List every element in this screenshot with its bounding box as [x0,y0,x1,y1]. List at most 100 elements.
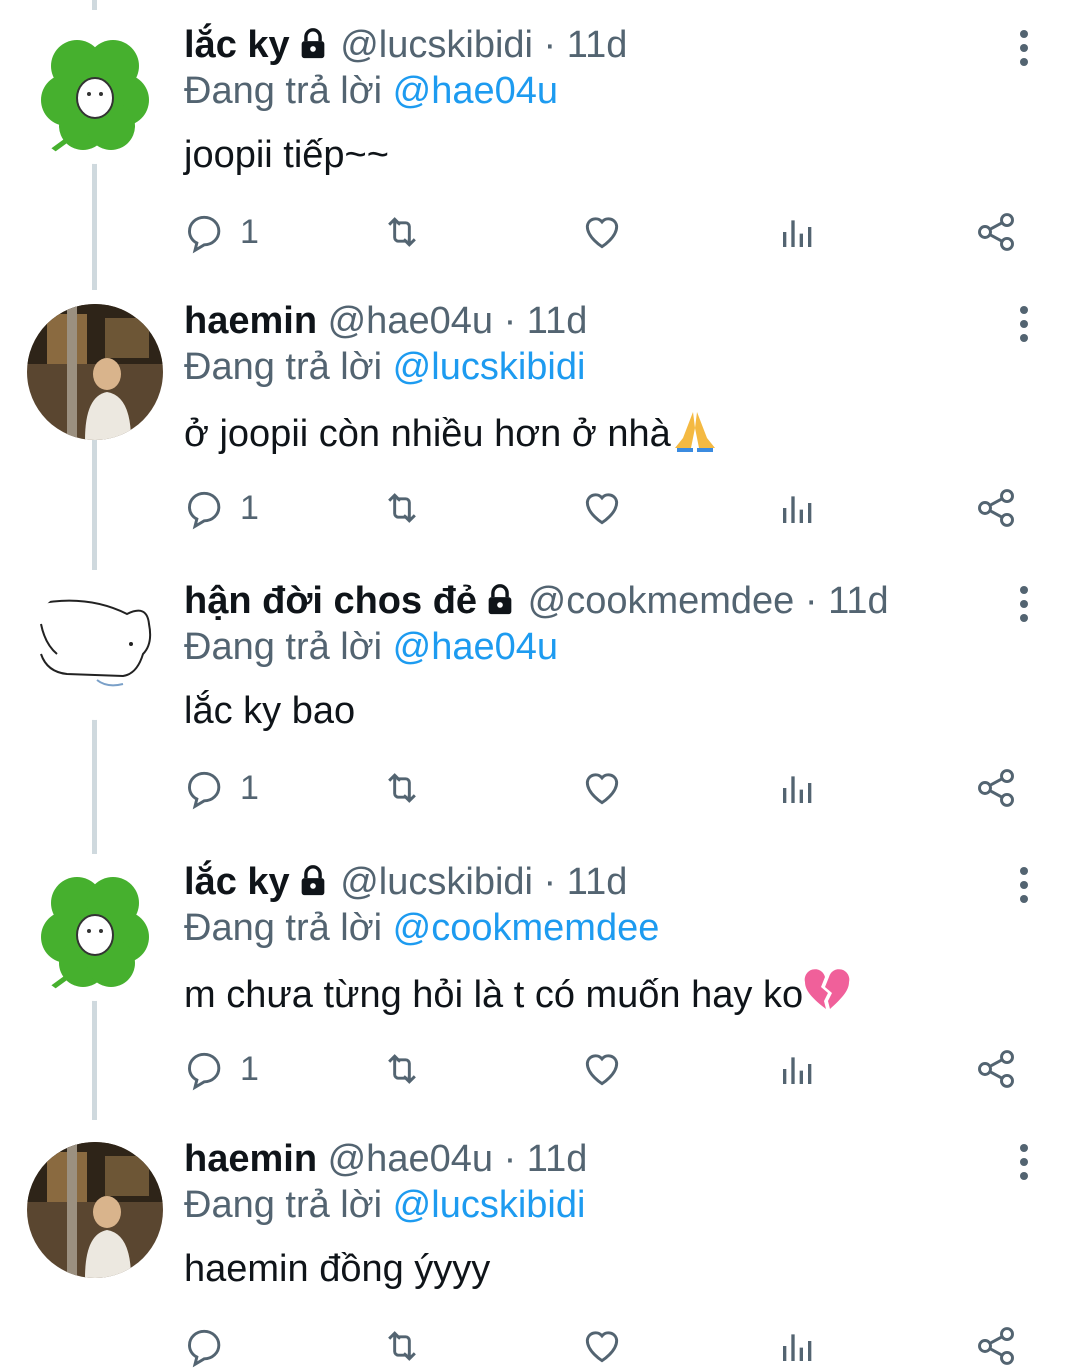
separator-dot: · [543,861,557,903]
separator-dot: · [503,300,517,342]
replying-prefix: Đang trả lời [184,346,393,388]
like-button[interactable] [580,210,624,254]
timestamp[interactable]: 11d [828,580,889,622]
reply-button[interactable]: 1 [184,486,259,530]
display-name[interactable]: lắc ky [184,861,290,903]
timestamp[interactable]: 11d [567,861,628,903]
timestamp[interactable]: 11d [567,24,628,66]
retweet-button[interactable] [380,210,424,254]
share-button[interactable] [974,486,1018,530]
share-icon [978,489,1014,527]
more-options-icon[interactable] [1010,1142,1038,1182]
display-name[interactable]: haemin [184,300,317,342]
replying-to: Đang trả lời @hae04u [184,68,558,114]
like-button[interactable] [580,1324,624,1368]
replying-prefix: Đang trả lời [184,1184,393,1226]
thread-line [92,150,97,290]
mention-link[interactable]: @hae04u [393,626,558,668]
share-icon [978,1327,1014,1365]
tweet-text-container: m chưa từng hỏi là t có muốn hay ko [184,969,851,1024]
reply-icon [188,491,221,530]
heart-icon [585,493,619,525]
replying-to: Đang trả lời @cookmemdee [184,905,659,951]
avatar-clover[interactable] [27,865,163,1001]
replying-prefix: Đang trả lời [184,70,393,112]
share-icon [978,1050,1014,1088]
display-name[interactable]: haemin [184,1138,317,1180]
timestamp[interactable]: 11d [527,300,588,342]
reply-button[interactable]: 1 [184,1047,259,1091]
user-handle[interactable]: @hae04u [328,300,493,342]
share-button[interactable] [974,210,1018,254]
mention-link[interactable]: @lucskibidi [393,1184,586,1226]
timestamp[interactable]: 11d [527,1138,588,1180]
reply-icon [188,771,221,810]
like-button[interactable] [580,1047,624,1091]
display-name[interactable]: hận đời chos đẻ [184,580,477,622]
avatar-photo[interactable] [27,304,163,440]
thread-line [92,432,97,570]
action-bar: 1 [184,210,1034,254]
share-icon [978,769,1014,807]
more-options-icon[interactable] [1010,584,1038,624]
lock-icon [296,26,330,72]
avatar-clover[interactable] [27,28,163,164]
reply-count: 1 [240,488,259,527]
tweet-header: lắc ky @lucskibidi · 11d [184,859,627,909]
mention-link[interactable]: @lucskibidi [393,346,586,388]
share-button[interactable] [974,766,1018,810]
retweet-button[interactable] [380,1324,424,1368]
retweet-button[interactable] [380,766,424,810]
analytics-button[interactable] [778,1047,818,1091]
user-handle[interactable]: @lucskibidi [340,24,533,66]
folded-hands-icon [671,408,719,463]
user-handle[interactable]: @cookmemdee [528,580,795,622]
heart-icon [585,217,619,249]
reply-icon [188,1052,221,1091]
share-button[interactable] [974,1047,1018,1091]
heart-icon [585,1054,619,1086]
analytics-button[interactable] [778,210,818,254]
replying-prefix: Đang trả lời [184,626,393,668]
tweet-text: joopii tiếp~~ [184,134,389,176]
like-button[interactable] [580,766,624,810]
more-options-icon[interactable] [1010,865,1038,905]
avatar-photo[interactable] [27,1142,163,1278]
retweet-button[interactable] [380,486,424,530]
analytics-icon [783,1057,812,1084]
tweet-text-container: ở joopii còn nhiều hơn ở nhà [184,408,719,463]
more-options-icon[interactable] [1010,304,1038,344]
thread-line [92,702,97,854]
reply-icon [188,215,221,254]
separator-dot: · [543,24,557,66]
separator-dot: · [804,580,818,622]
more-options-icon[interactable] [1010,28,1038,68]
analytics-button[interactable] [778,766,818,810]
reply-count: 1 [240,1049,259,1088]
avatar-sketch[interactable] [27,584,163,720]
replying-to: Đang trả lời @hae04u [184,624,558,670]
tweet-header: hận đời chos đẻ @cookmemdee · 11d [184,578,889,628]
lock-icon [296,863,330,909]
separator-dot: · [503,1138,517,1180]
reply-button[interactable]: 1 [184,210,259,254]
tweet-text: haemin đồng ýyyy [184,1248,491,1290]
heart-icon [585,1331,619,1363]
thread-line [92,0,97,10]
user-handle[interactable]: @lucskibidi [340,861,533,903]
analytics-button[interactable] [778,486,818,530]
analytics-icon [783,220,812,247]
share-button[interactable] [974,1324,1018,1368]
user-handle[interactable]: @hae04u [328,1138,493,1180]
replying-to: Đang trả lời @lucskibidi [184,1182,585,1228]
analytics-button[interactable] [778,1324,818,1368]
reply-button[interactable] [184,1324,240,1368]
retweet-button[interactable] [380,1047,424,1091]
reply-count: 1 [240,212,259,251]
display-name[interactable]: lắc ky [184,24,290,66]
reply-button[interactable]: 1 [184,766,259,810]
tweet-header: haemin @hae04u · 11d [184,298,587,344]
mention-link[interactable]: @hae04u [393,70,558,112]
mention-link[interactable]: @cookmemdee [393,907,660,949]
like-button[interactable] [580,486,624,530]
